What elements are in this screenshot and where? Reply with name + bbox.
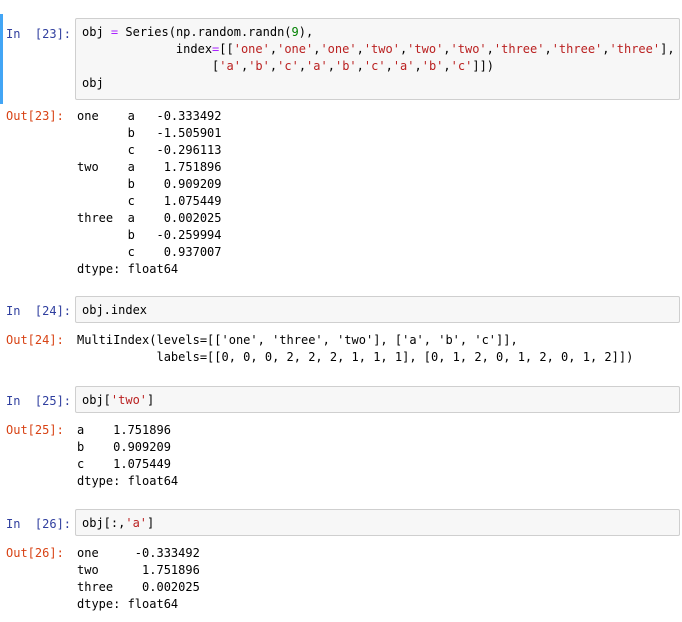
notebook-cell-26[interactable]: In [26]: obj[:,'a'] Out[26]: one -0.3334…	[0, 509, 682, 619]
code-input[interactable]: obj = Series(np.random.randn(9), index=[…	[75, 18, 680, 100]
in-prompt: In [24]:	[6, 304, 72, 318]
out-prompt: Out[25]:	[6, 423, 64, 437]
code-input[interactable]: obj['two']	[75, 386, 680, 413]
code-text: obj[:,'a']	[82, 516, 155, 530]
notebook-cell-24[interactable]: In [24]: obj.index Out[24]: MultiIndex(l…	[0, 296, 682, 372]
cell-output: one a -0.333492 b -1.505901 c -0.296113 …	[77, 109, 222, 276]
code-input[interactable]: obj[:,'a']	[75, 509, 680, 536]
cell-output: one -0.333492 two 1.751896 three 0.00202…	[77, 546, 200, 611]
code-text: obj['two']	[82, 393, 155, 407]
code-text: obj.index	[82, 303, 148, 317]
in-prompt: In [26]:	[6, 517, 72, 531]
selected-cell-indicator	[0, 14, 3, 104]
out-prompt: Out[24]:	[6, 333, 64, 347]
out-prompt: Out[23]:	[6, 109, 64, 123]
in-prompt: In [23]:	[6, 27, 72, 41]
code-text: obj = Series(np.random.randn(9), index=[…	[82, 25, 675, 90]
in-prompt: In [25]:	[6, 394, 72, 408]
cell-output: a 1.751896 b 0.909209 c 1.075449 dtype: …	[77, 423, 179, 488]
out-prompt: Out[26]:	[6, 546, 64, 560]
cell-output: MultiIndex(levels=[['one', 'three', 'two…	[77, 333, 634, 364]
notebook-cell-23[interactable]: In [23]: obj = Series(np.random.randn(9)…	[0, 14, 682, 304]
notebook-cell-25[interactable]: In [25]: obj['two'] Out[25]: a 1.751896 …	[0, 386, 682, 496]
code-input[interactable]: obj.index	[75, 296, 680, 323]
